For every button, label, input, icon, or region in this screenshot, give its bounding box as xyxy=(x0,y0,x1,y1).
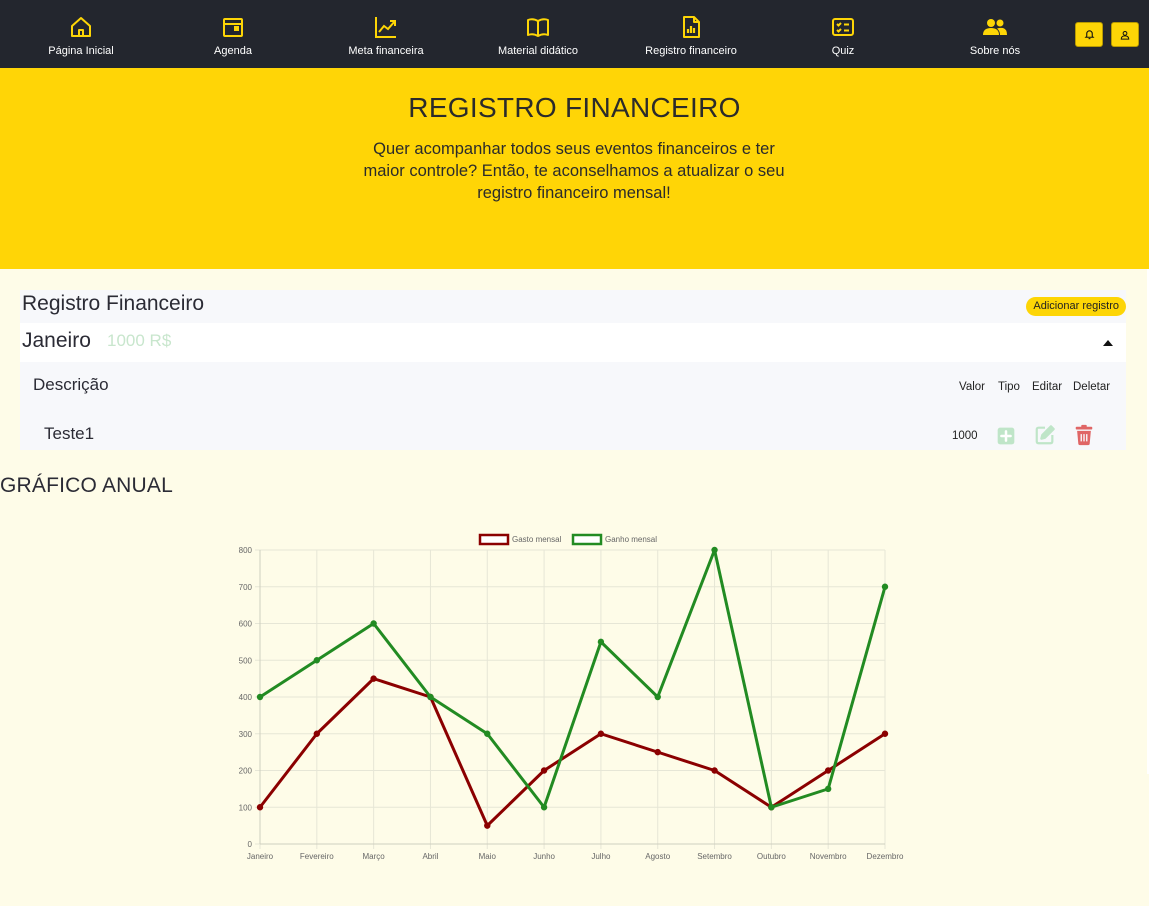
y-tick-label: 200 xyxy=(239,767,253,776)
month-total: 1000 R$ xyxy=(107,331,172,350)
data-point xyxy=(256,693,264,701)
checklist-icon xyxy=(832,18,854,36)
y-tick-label: 100 xyxy=(239,803,253,812)
caret-up-icon[interactable] xyxy=(1103,340,1113,346)
edit-icon[interactable] xyxy=(1034,424,1056,446)
register-title: Registro Financeiro xyxy=(22,292,205,315)
data-point xyxy=(370,620,377,627)
nav-item-meta-financeira[interactable]: Meta financeira xyxy=(321,0,451,68)
data-point xyxy=(313,730,321,737)
trending-chart-icon xyxy=(375,17,396,38)
calendar-icon xyxy=(223,18,243,37)
data-point xyxy=(484,730,491,737)
notifications-button[interactable] xyxy=(1075,22,1103,47)
user-icon xyxy=(1120,30,1130,40)
x-tick-label: Dezembro xyxy=(867,852,904,861)
y-tick-label: 400 xyxy=(239,693,253,702)
column-header-edit: Editar xyxy=(1032,381,1063,393)
data-point xyxy=(370,675,377,682)
nav-label: Material didático xyxy=(497,45,579,57)
x-tick-label: Novembro xyxy=(810,852,847,861)
y-tick-label: 600 xyxy=(239,620,253,629)
register-header: Registro Financeiro Adicionar registro xyxy=(20,290,1126,323)
data-point xyxy=(881,583,889,590)
nav-item-agenda[interactable]: Agenda xyxy=(168,0,298,68)
chart-title: GRÁFICO ANUAL xyxy=(0,474,173,497)
legend-swatch xyxy=(478,533,510,546)
x-tick-label: Outubro xyxy=(757,852,786,861)
y-tick-label: 700 xyxy=(239,583,253,592)
data-point xyxy=(540,804,548,811)
report-document-icon xyxy=(683,16,700,38)
home-icon xyxy=(71,17,91,37)
profile-button[interactable] xyxy=(1111,22,1139,47)
hero-banner: REGISTRO FINANCEIRO Quer acompanhar todo… xyxy=(0,68,1149,269)
x-tick-label: Abril xyxy=(422,852,438,861)
x-tick-label: Setembro xyxy=(697,852,732,861)
data-point xyxy=(824,767,832,774)
y-tick-label: 500 xyxy=(239,656,253,665)
users-icon xyxy=(983,19,1007,35)
top-navbar: Página Inicial Agenda Meta financeira Ma… xyxy=(0,0,1149,68)
bell-icon xyxy=(1084,30,1094,40)
series-line-2 xyxy=(259,548,887,809)
add-record-button[interactable]: Adicionar registro xyxy=(1026,297,1126,316)
series-line-1 xyxy=(258,677,886,828)
nav-label: Registro financeiro xyxy=(645,45,737,57)
data-point xyxy=(313,657,321,664)
legend-swatch xyxy=(571,533,603,546)
x-tick-label: Março xyxy=(363,852,386,861)
data-point xyxy=(711,546,718,554)
data-point xyxy=(881,730,889,737)
row-value: 1000 xyxy=(952,430,978,442)
column-header-description: Descrição xyxy=(33,375,109,394)
x-tick-label: Junho xyxy=(533,852,555,861)
month-accordion-header[interactable]: Janeiro 1000 R$ xyxy=(20,323,1126,362)
data-point xyxy=(256,804,264,811)
data-point xyxy=(484,822,491,829)
nav-label: Agenda xyxy=(214,45,252,57)
column-header-type: Tipo xyxy=(998,381,1020,393)
plus-square-icon xyxy=(997,427,1015,445)
nav-label: Meta financeira xyxy=(348,45,424,57)
x-tick-label: Fevereiro xyxy=(300,852,334,861)
nav-label: Página Inicial xyxy=(48,45,114,57)
book-icon xyxy=(527,18,549,37)
column-header-delete: Deletar xyxy=(1073,381,1111,393)
legend-label: Ganho mensal xyxy=(605,535,657,544)
nav-item-registro-financeiro[interactable]: Registro financeiro xyxy=(626,0,756,68)
annual-line-chart: 0 100 200 300 400 500 600 700 800 Janeiro Fevereir… xyxy=(239,533,904,861)
x-tick-label: Janeiro xyxy=(247,852,274,861)
data-point xyxy=(654,748,661,756)
y-tick-label: 300 xyxy=(239,730,253,739)
data-point xyxy=(540,767,548,774)
nav-item-material-didatico[interactable]: Material didático xyxy=(473,0,603,68)
data-point xyxy=(427,693,434,701)
nav-label: Quiz xyxy=(831,45,855,57)
legend-label: Gasto mensal xyxy=(512,535,562,544)
y-tick-label: 0 xyxy=(248,840,253,849)
month-name: Janeiro xyxy=(22,329,91,352)
data-point xyxy=(597,730,605,737)
data-point xyxy=(654,693,661,701)
trash-icon[interactable] xyxy=(1073,424,1095,446)
nav-item-pagina-inicial[interactable]: Página Inicial xyxy=(16,0,146,68)
column-header-value: Valor xyxy=(959,381,985,393)
x-tick-label: Maio xyxy=(479,852,497,861)
data-point xyxy=(768,804,775,811)
x-tick-label: Julho xyxy=(591,852,611,861)
data-point xyxy=(597,638,605,646)
row-description: Teste1 xyxy=(44,424,95,443)
hero-title: REGISTRO FINANCEIRO xyxy=(408,92,741,123)
data-point xyxy=(711,767,718,774)
x-tick-label: Agosto xyxy=(645,852,670,861)
nav-label: Sobre nós xyxy=(969,45,1021,57)
hero-description: Quer acompanhar todos seus eventos finan… xyxy=(363,140,785,202)
nav-item-quiz[interactable]: Quiz xyxy=(778,0,908,68)
nav-item-sobre-nos[interactable]: Sobre nós xyxy=(930,0,1060,68)
records-table: Descrição Valor Tipo Editar Deletar Test… xyxy=(20,362,1126,450)
y-tick-label: 800 xyxy=(239,546,253,555)
data-point xyxy=(824,785,832,793)
